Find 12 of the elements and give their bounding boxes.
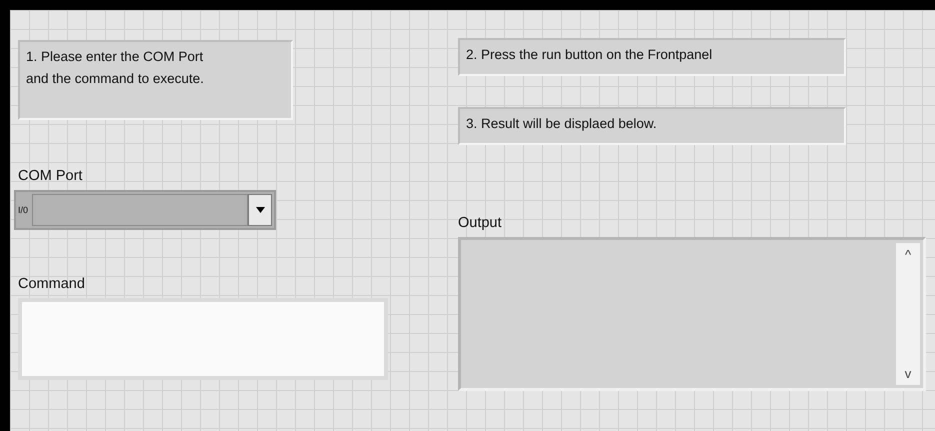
instruction-note: 3. Result will be displaed below. [458,107,846,145]
instruction-note: 2. Press the run button on the Frontpanel [458,38,846,76]
com-port-label: COM Port [18,168,84,184]
scroll-down-button[interactable]: v [904,366,912,381]
com-port-dropdown[interactable]: I/0 [14,190,276,230]
output-label: Output [458,215,503,231]
command-label: Command [18,276,86,292]
command-field[interactable] [22,302,384,376]
instruction-note: 1. Please enter the COM Port and the command to execute. [18,40,293,120]
scroll-up-button[interactable]: ^ [904,247,912,262]
scrollbar[interactable]: ^ v [896,243,920,385]
io-symbol: I/0 [18,206,30,214]
